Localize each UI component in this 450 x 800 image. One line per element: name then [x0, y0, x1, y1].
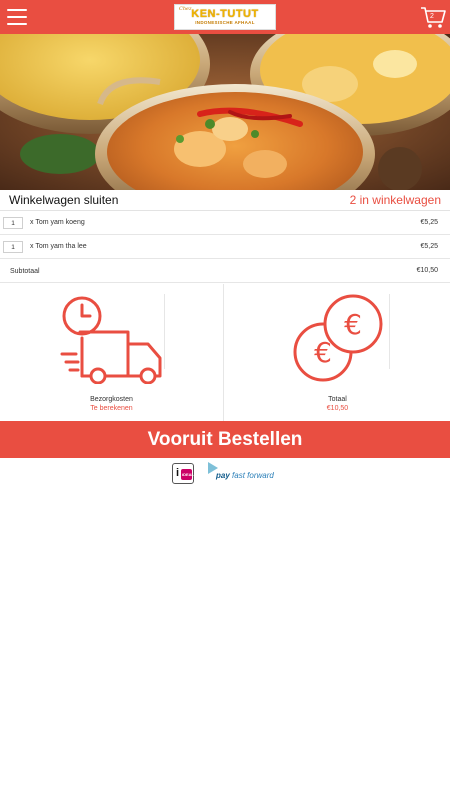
svg-text:€: €: [314, 336, 332, 369]
delivery-panel: Bezorgkosten Te berekenen: [0, 284, 224, 421]
subtotal-label: Subtotaal: [10, 268, 40, 275]
divider: [389, 294, 390, 369]
order-button[interactable]: Vooruit Bestellen: [0, 421, 450, 458]
item-name: x Tom yam tha lee: [30, 243, 87, 250]
total-panel: € € Totaal €10,50: [225, 284, 450, 421]
cart-item-row: x Tom yam tha lee €5,25: [0, 236, 450, 259]
cart-header: Winkelwagen sluiten 2 in winkelwagen: [0, 190, 450, 211]
delivery-label: Bezorgkosten: [90, 396, 133, 403]
delivery-value: Te berekenen: [90, 405, 133, 412]
divider: [164, 294, 165, 369]
ideal-badge: iDEAL: [182, 472, 194, 477]
item-price: €5,25: [420, 219, 438, 226]
hamburger-icon[interactable]: [7, 9, 27, 25]
logo[interactable]: Chez KEN-TUTUT INDONESISCHE AFHAAL: [174, 4, 276, 30]
item-name: x Tom yam koeng: [30, 219, 85, 226]
euro-coins-icon: € €: [293, 294, 383, 382]
pff-word1: pay: [216, 471, 230, 480]
pff-rest: fast forward: [232, 471, 274, 480]
close-cart-link[interactable]: Winkelwagen sluiten: [9, 193, 118, 207]
subtotal-value: €10,50: [416, 267, 438, 274]
quantity-input[interactable]: [3, 217, 23, 229]
subtotal-row: Subtotaal €10,50: [0, 260, 450, 283]
logo-subtitle: INDONESISCHE AFHAAL: [195, 20, 255, 25]
top-bar: Chez KEN-TUTUT INDONESISCHE AFHAAL 2: [0, 0, 450, 34]
cart-count-label: 2 in winkelwagen: [349, 193, 441, 207]
total-value: €10,50: [326, 405, 349, 412]
quantity-input[interactable]: [3, 241, 23, 253]
cart-count: 2: [430, 13, 434, 20]
pay-fast-forward-logo: pay fast forward: [206, 461, 286, 485]
cart-button[interactable]: 2: [420, 5, 446, 29]
hero-food-image: [0, 34, 450, 190]
payment-methods: i iDEAL pay fast forward: [0, 461, 450, 487]
delivery-truck-icon: [60, 296, 162, 384]
cart-item-row: x Tom yam koeng €5,25: [0, 212, 450, 235]
ideal-logo: i iDEAL: [172, 463, 194, 484]
logo-tag: Chez: [179, 6, 192, 12]
svg-text:€: €: [344, 308, 362, 341]
item-price: €5,25: [420, 243, 438, 250]
total-label: Totaal: [328, 396, 347, 403]
